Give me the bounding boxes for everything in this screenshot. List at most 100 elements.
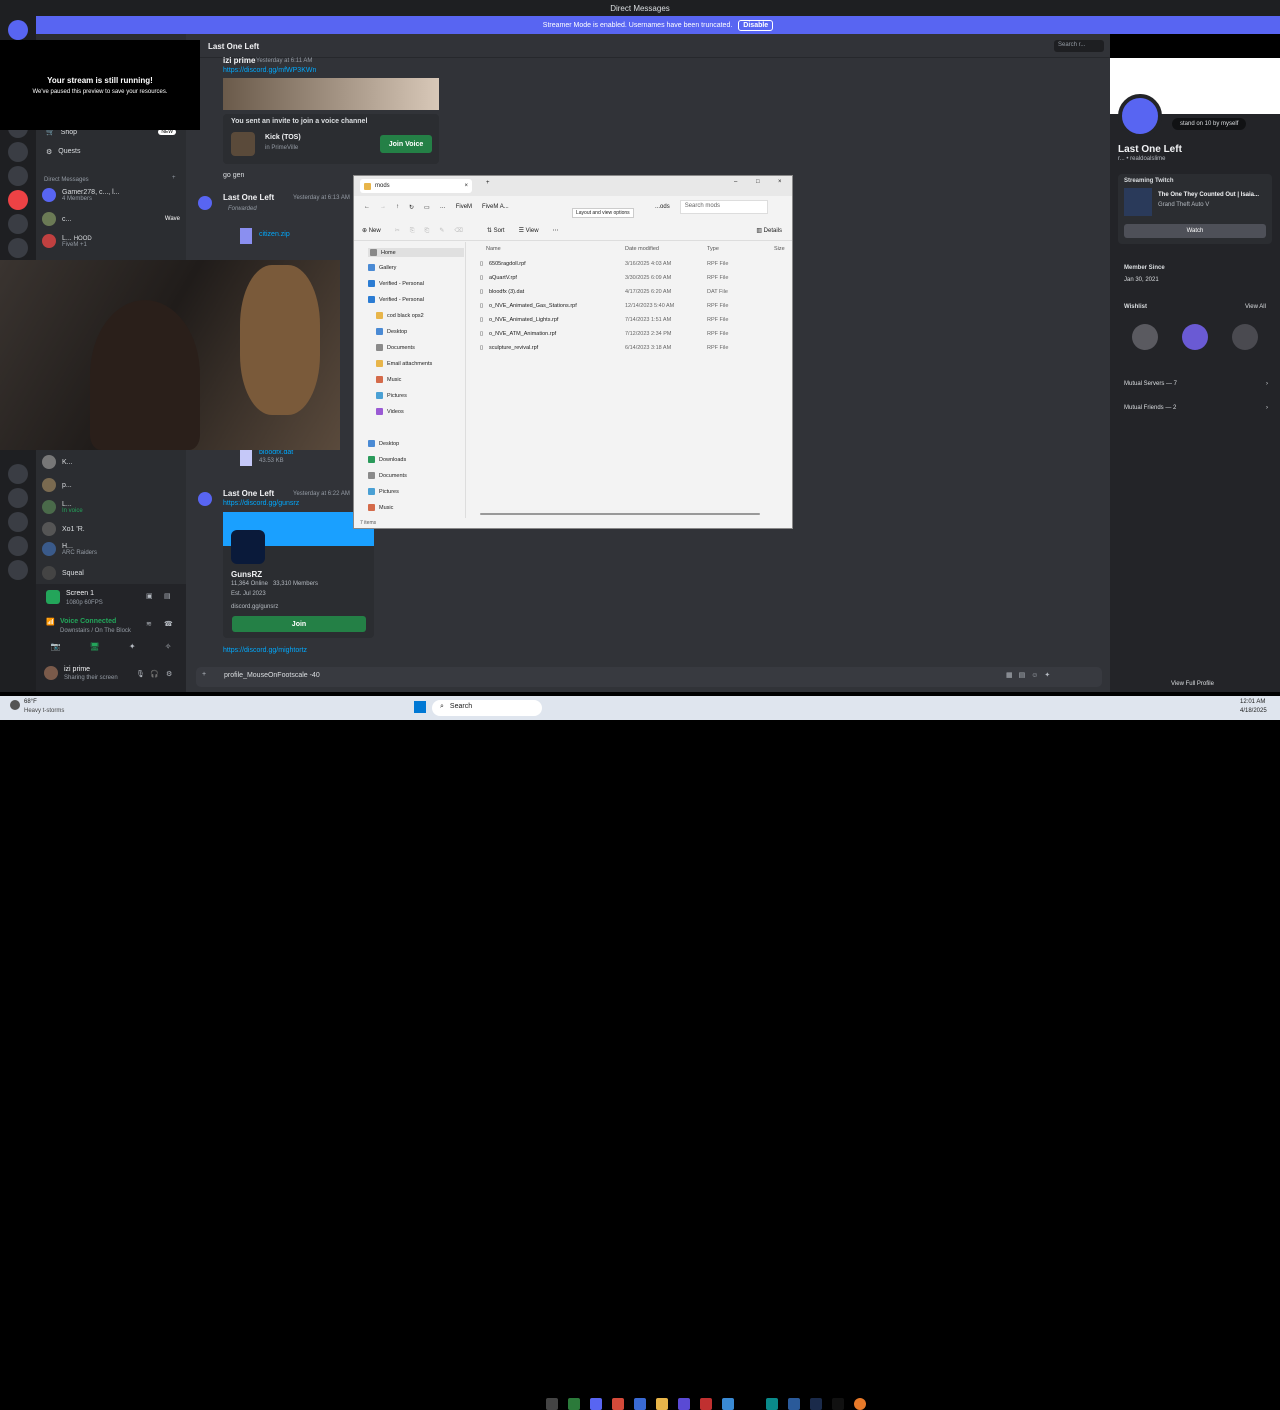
nav-quick-access[interactable]: Documents (368, 472, 407, 479)
nav-folder[interactable]: Videos (376, 408, 404, 415)
file-explorer-icon[interactable] (656, 1398, 668, 1410)
add-dm-icon[interactable]: + (172, 175, 176, 181)
soundboard-icon[interactable]: ✧ (165, 642, 172, 658)
forward-icon[interactable]: → (380, 204, 386, 210)
message-link[interactable]: https://discord.gg/mightortz (223, 647, 307, 654)
up-icon[interactable]: ↑ (396, 204, 399, 210)
chrome-icon[interactable] (612, 1398, 624, 1410)
watch-button[interactable]: Watch (1124, 224, 1266, 238)
avatar[interactable] (198, 196, 212, 210)
close-tab-icon[interactable]: × (464, 183, 472, 189)
list-item[interactable]: L... In voice (42, 500, 83, 514)
server-icon[interactable] (8, 214, 28, 234)
list-item[interactable]: p... (42, 478, 72, 492)
table-row[interactable]: ▯ bloodfx (3).dat 4/17/2025 6:20 AM DAT Fil… (480, 286, 790, 298)
breadcrumb-item[interactable]: ...ods (655, 204, 670, 210)
table-row[interactable]: ▯ sculpture_revival.rpf 6/14/2023 3:18 AM R… (480, 342, 790, 354)
close-icon[interactable]: × (778, 179, 782, 185)
mutual-friends-row[interactable]: Mutual Friends — 2 › (1124, 405, 1268, 411)
list-item[interactable]: H... ARC Raiders (42, 542, 97, 556)
wishlist-item[interactable] (1132, 324, 1158, 350)
app-icon[interactable] (568, 1398, 580, 1410)
wishlist-item[interactable] (1182, 324, 1208, 350)
taskbar-search[interactable]: ⌕ Search (432, 700, 542, 716)
breadcrumb-item[interactable]: FiveM (456, 204, 472, 210)
breadcrumb[interactable]: … FiveM FiveM A... ...ods (440, 204, 670, 210)
message-author[interactable]: Last One Left (223, 193, 274, 202)
avatar[interactable] (1118, 94, 1162, 138)
disconnect-icon[interactable]: ☎ (164, 620, 173, 628)
noise-icon[interactable]: ≋ (146, 620, 152, 628)
composer-icons[interactable]: ▦▤☺✦ (1006, 671, 1056, 679)
app-icon[interactable] (722, 1398, 734, 1410)
nav-onedrive[interactable]: Verified - Personal (368, 296, 424, 303)
table-row[interactable]: ▯ o_NVE_Animated_Gas_Stations.rpf 12/14/20… (480, 300, 790, 312)
file-link[interactable]: bloodfx.dat (259, 449, 293, 456)
server-icon[interactable] (8, 560, 28, 580)
message-link[interactable]: https://discord.gg/mfWP3KWn (223, 67, 316, 74)
join-button[interactable]: Join (232, 616, 366, 632)
file-link[interactable]: citizen.zip (259, 231, 290, 238)
wave-button[interactable]: Wave (165, 216, 180, 222)
start-icon[interactable] (414, 701, 426, 713)
app-icon[interactable] (700, 1398, 712, 1410)
nav-folder[interactable]: Desktop (376, 328, 407, 335)
nav-folder[interactable]: Music (376, 376, 401, 383)
view-all-link[interactable]: View All (1245, 304, 1266, 310)
discord-icon[interactable] (590, 1398, 602, 1410)
popout-icon[interactable]: ▣ (146, 592, 153, 600)
search-input[interactable]: Search mods (679, 200, 768, 214)
activity-icon[interactable]: ✦ (129, 642, 136, 658)
view-button[interactable]: ☰ View (519, 227, 539, 234)
nav-quick-access[interactable]: Pictures (368, 488, 399, 495)
avatar[interactable] (198, 492, 212, 506)
app-icon[interactable] (634, 1398, 646, 1410)
server-icon[interactable] (8, 488, 28, 508)
nav-folder[interactable]: cod black ops2 (376, 312, 424, 319)
nav-quick-access[interactable]: Downloads (368, 456, 406, 463)
table-row[interactable]: ▯ o_NVE_ATM_Animation.rpf 7/12/2023 2:34 P… (480, 328, 790, 340)
table-row[interactable]: ▯ 6505ragdoll.rpf 3/16/2025 4:03 AM RPF Fil… (480, 258, 790, 270)
mic-icon[interactable]: 🎙 (136, 670, 145, 678)
share-screen-icon[interactable]: 🖥 (90, 642, 100, 658)
mutual-servers-row[interactable]: Mutual Servers — 7 › (1124, 381, 1268, 387)
sidebar-item-quests[interactable]: ⚙ Quests (46, 148, 80, 156)
back-icon[interactable]: ← (364, 204, 370, 210)
server-icon[interactable] (8, 190, 28, 210)
home-icon[interactable] (8, 20, 28, 40)
gear-icon[interactable]: ⚙ (166, 670, 172, 678)
more-icon[interactable]: ⋯ (553, 227, 559, 234)
message-author[interactable]: Last One Left (223, 489, 274, 498)
message-link[interactable]: https://discord.gg/gunsrz (223, 500, 299, 507)
disable-button[interactable]: Disable (738, 19, 774, 31)
list-item[interactable]: L... HOOD FiveM +1 (42, 234, 92, 248)
table-row[interactable]: ▯ o_NVE_Animated_Lights.rpf 7/14/2023 1:51… (480, 314, 790, 326)
list-item[interactable]: Xo1 'R. (42, 522, 85, 536)
details-button[interactable]: ▥ Details (756, 227, 792, 234)
edge-icon[interactable] (766, 1398, 778, 1410)
horizontal-scrollbar[interactable] (480, 513, 760, 515)
message-author[interactable]: izi prime (223, 56, 255, 65)
nav-gallery[interactable]: Gallery (368, 264, 396, 271)
server-icon[interactable] (8, 142, 28, 162)
nav-folder[interactable]: Pictures (376, 392, 407, 399)
minimize-icon[interactable]: – (734, 179, 737, 185)
column-header-date[interactable]: Date modified (625, 246, 659, 252)
column-header-size[interactable]: Size (774, 246, 785, 252)
new-button[interactable]: ⊕ New (362, 227, 381, 234)
embed-image[interactable] (223, 78, 439, 110)
server-icon[interactable] (8, 512, 28, 532)
nav-quick-access[interactable]: Music (368, 504, 393, 511)
column-header-name[interactable]: Name (486, 246, 501, 252)
column-header-type[interactable]: Type (707, 246, 719, 252)
server-icon[interactable] (8, 536, 28, 556)
join-voice-button[interactable]: Join Voice (380, 135, 432, 153)
nav-folder[interactable]: Email attachments (376, 360, 432, 367)
table-row[interactable]: ▯ aQuartV.rpf 3/30/2025 6:09 AM RPF File (480, 272, 790, 284)
list-item[interactable]: Squeal (42, 566, 84, 580)
headphones-icon[interactable]: 🎧 (150, 670, 159, 678)
server-icon[interactable] (8, 238, 28, 258)
maximize-icon[interactable]: □ (756, 179, 760, 185)
app-icon[interactable] (854, 1398, 866, 1410)
nav-quick-access[interactable]: Desktop (368, 440, 399, 447)
